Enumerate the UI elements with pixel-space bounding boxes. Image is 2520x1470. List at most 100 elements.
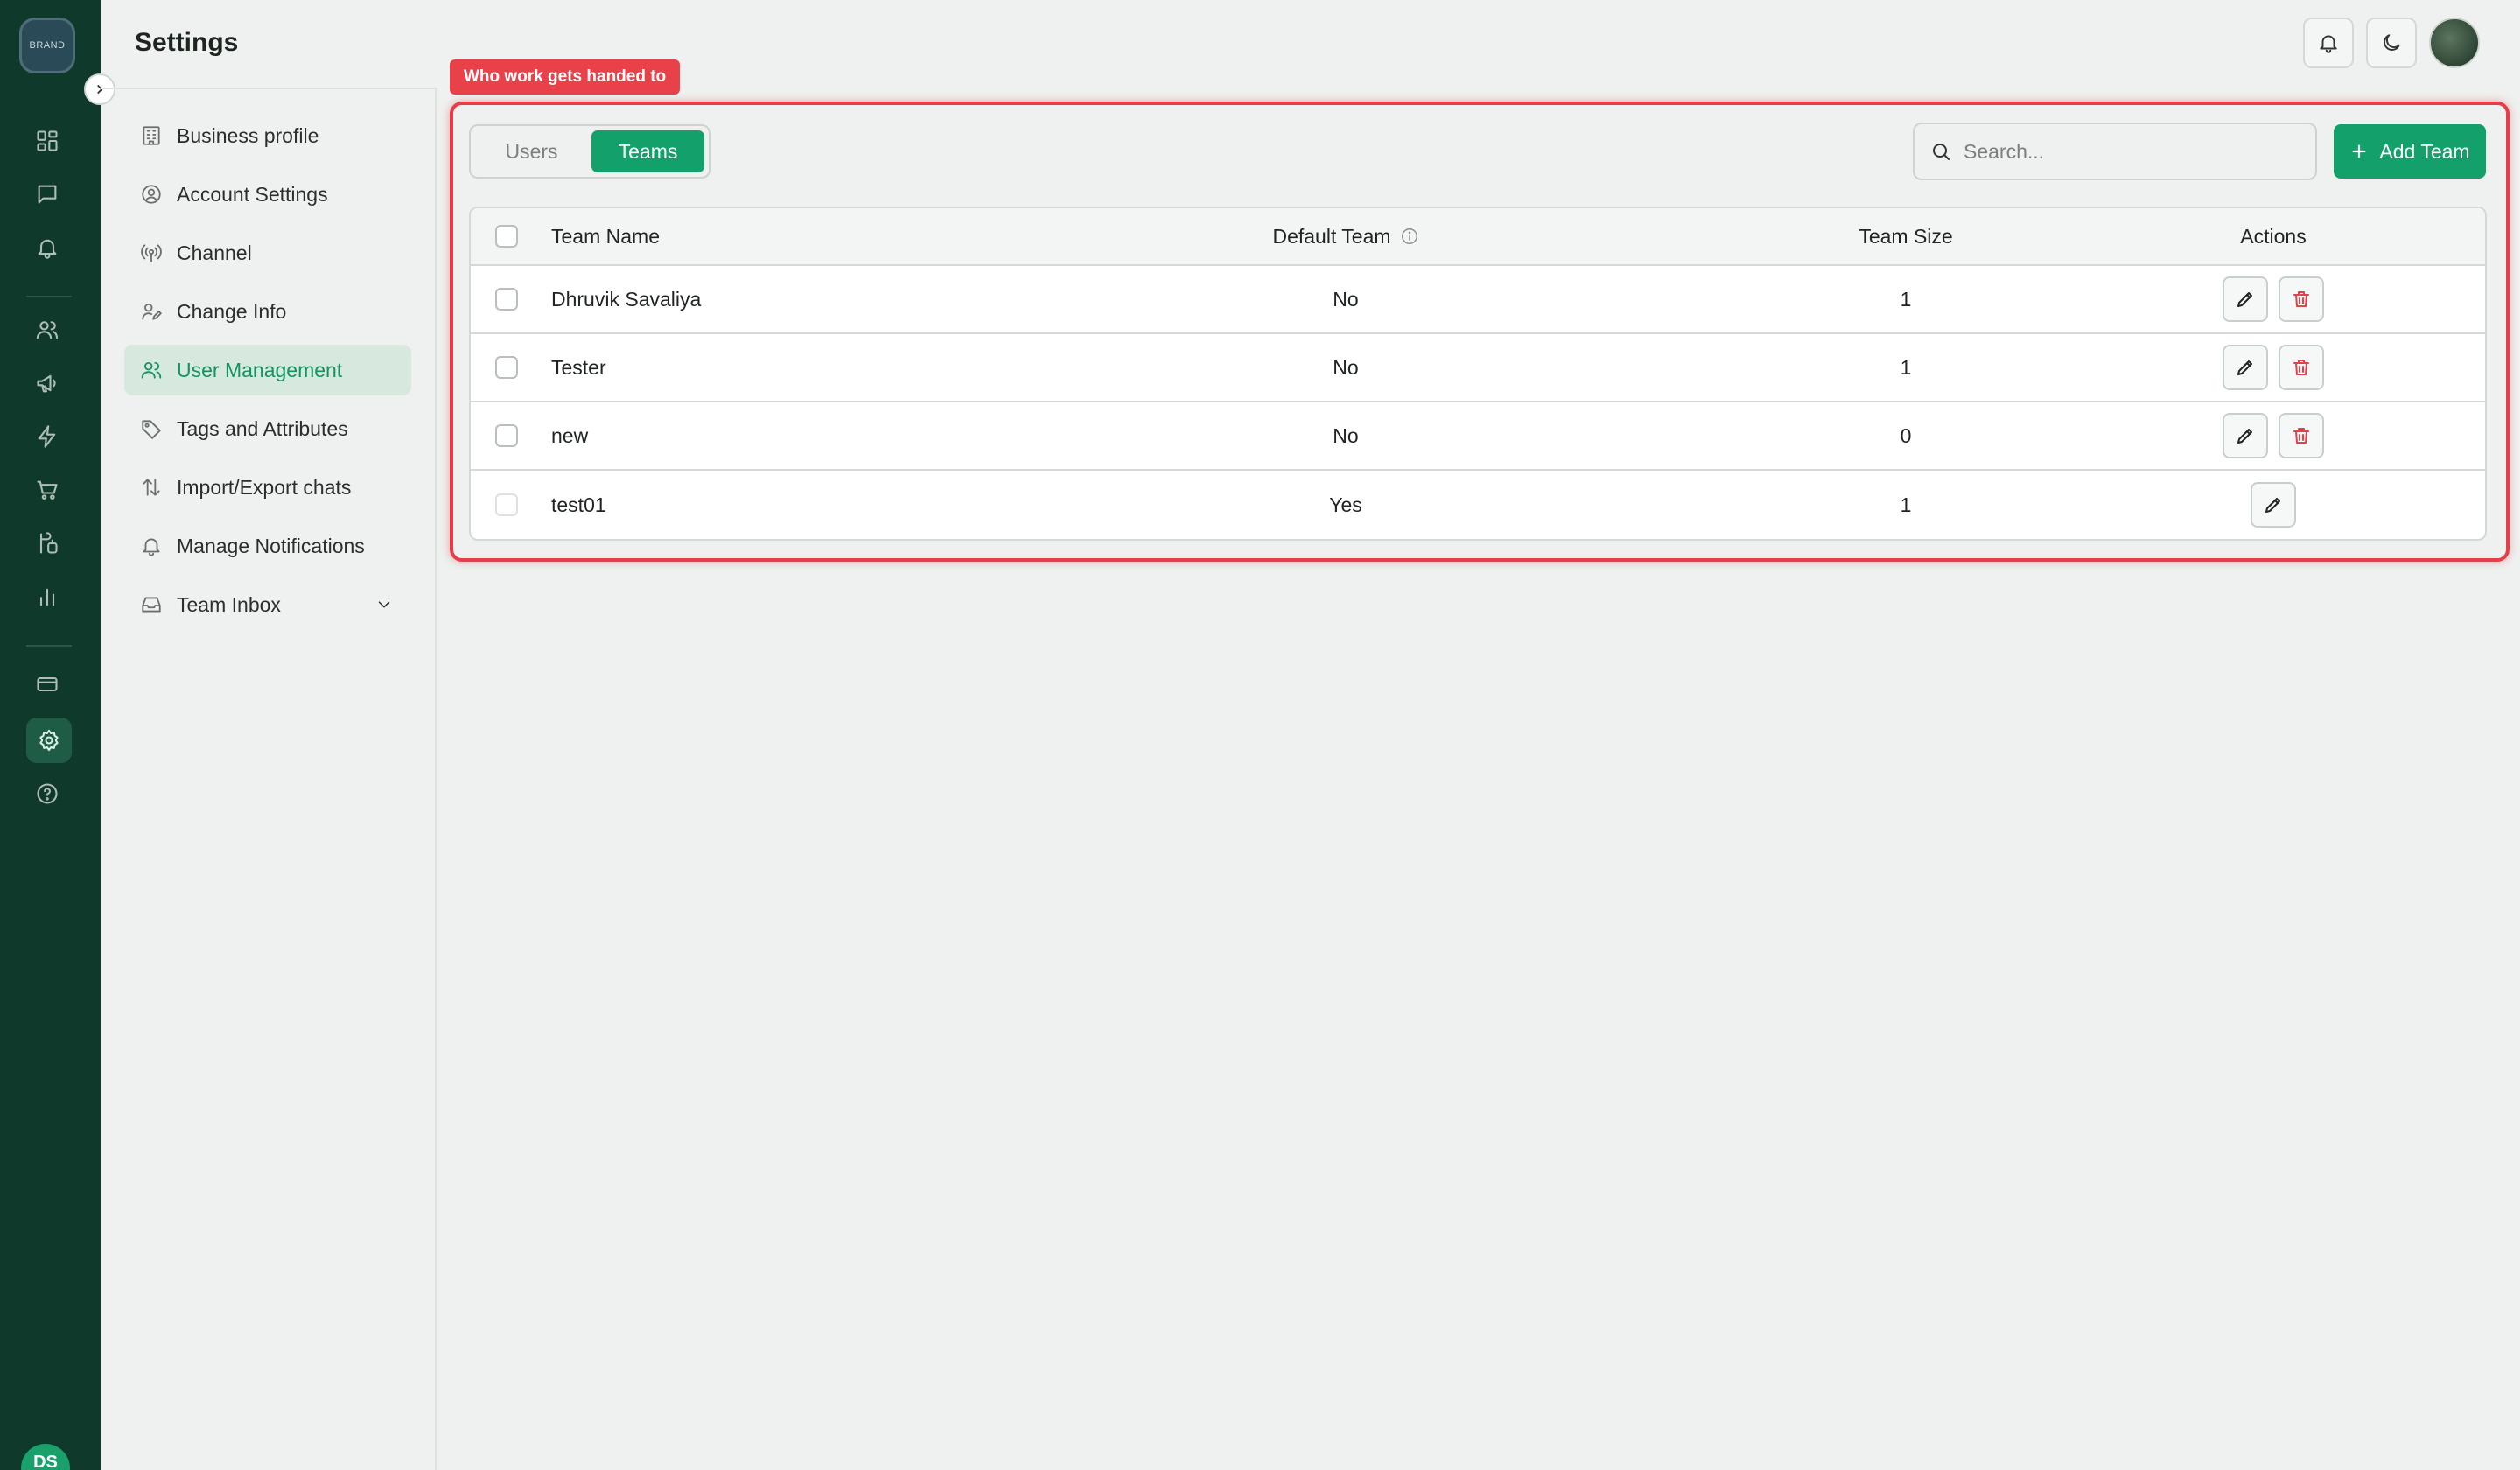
bell-icon[interactable] <box>30 230 65 265</box>
dashboard-icon[interactable] <box>30 123 65 158</box>
notifications-button[interactable] <box>2303 18 2354 68</box>
lightning-icon[interactable] <box>30 419 65 454</box>
nav-item-import-export-chats[interactable]: Import/Export chats <box>124 462 411 513</box>
pencil-icon <box>2265 498 2280 513</box>
team-name: Dhruvik Savaliya <box>551 287 702 311</box>
column-default-team: Default Team <box>1061 208 1630 264</box>
theme-toggle-button[interactable] <box>2366 18 2417 68</box>
analytics-icon[interactable] <box>30 579 65 614</box>
users-icon <box>141 361 162 379</box>
trash-icon <box>2293 291 2309 307</box>
app-rail: BRAND DS <box>0 0 101 1470</box>
nav-item-team-inbox[interactable]: Team Inbox <box>124 579 411 630</box>
logo-text: BRAND <box>29 40 66 51</box>
nav-item-tags-and-attributes[interactable]: Tags and Attributes <box>124 403 411 454</box>
edit-button[interactable] <box>2222 276 2268 322</box>
delete-button[interactable] <box>2278 345 2324 390</box>
row-checkbox[interactable] <box>495 356 518 379</box>
add-team-label: Add Team <box>2379 139 2470 163</box>
default-team-value: No <box>1333 287 1359 311</box>
edit-button[interactable] <box>2222 413 2268 458</box>
column-actions: Actions <box>2240 224 2306 248</box>
rail-divider <box>26 645 72 647</box>
bell-icon <box>2320 35 2337 53</box>
teams-table: Team Name Default Team Team Size Actions… <box>469 206 2487 541</box>
settings-nav: Business profile Account Settings Channe… <box>124 110 411 638</box>
onboarding-tooltip: Who work gets handed to <box>450 60 681 94</box>
collapse-toggle-button[interactable] <box>84 74 116 105</box>
delete-button[interactable] <box>2278 413 2324 458</box>
team-size-value: 1 <box>1900 355 1912 379</box>
user-circle-icon <box>142 185 161 204</box>
nav-divider <box>435 88 437 1470</box>
delete-button[interactable] <box>2278 276 2324 322</box>
user-edit-icon <box>142 303 162 320</box>
avatar-initials: DS <box>33 1452 58 1470</box>
nav-item-user-management[interactable]: User Management <box>124 345 411 396</box>
settings-gear-icon[interactable] <box>26 718 72 763</box>
edit-button[interactable] <box>2250 482 2296 528</box>
row-actions <box>2142 266 2404 332</box>
megaphone-icon[interactable] <box>30 366 65 401</box>
row-checkbox[interactable] <box>495 288 518 311</box>
nav-item-label: Channel <box>177 241 252 264</box>
user-avatar[interactable]: DS <box>21 1444 70 1470</box>
nav-item-change-info[interactable]: Change Info <box>124 286 411 337</box>
bell-icon <box>143 538 160 556</box>
nav-item-account-settings[interactable]: Account Settings <box>124 169 411 220</box>
pencil-icon <box>2237 360 2252 375</box>
tag-icon <box>142 420 161 439</box>
tab-users[interactable]: Users <box>475 130 588 172</box>
nav-item-manage-notifications[interactable]: Manage Notifications <box>124 521 411 571</box>
row-checkbox-cell <box>495 266 522 332</box>
nav-item-label: Team Inbox <box>177 592 281 616</box>
header-divider <box>101 88 436 89</box>
profile-avatar[interactable] <box>2429 18 2480 68</box>
column-default-team-label: Default Team <box>1272 224 1391 248</box>
nav-item-label: Import/Export chats <box>177 475 352 499</box>
nav-item-label: Manage Notifications <box>177 534 365 557</box>
team-name: new <box>551 424 589 447</box>
row-actions <box>2142 402 2404 469</box>
plus-icon <box>2352 144 2366 158</box>
nav-item-business-profile[interactable]: Business profile <box>124 110 411 161</box>
row-actions <box>2142 471 2404 539</box>
search-box <box>1913 122 2317 180</box>
pencil-icon <box>2237 292 2252 307</box>
table-row: Dhruvik Savaliya No 1 <box>471 266 2485 334</box>
team-name: Tester <box>551 355 606 379</box>
help-icon[interactable] <box>30 776 65 811</box>
chevron-right-icon <box>97 84 103 94</box>
app-logo[interactable]: BRAND <box>19 18 75 74</box>
trash-icon <box>2293 360 2309 375</box>
add-team-button[interactable]: Add Team <box>2334 124 2486 178</box>
building-icon <box>143 126 160 145</box>
page-title: Settings <box>135 28 239 57</box>
tab-teams[interactable]: Teams <box>592 130 704 172</box>
search-input[interactable] <box>1964 139 2296 164</box>
team-size-value: 0 <box>1900 424 1912 447</box>
header-checkbox-cell <box>495 208 522 264</box>
cart-icon[interactable] <box>30 472 65 508</box>
chat-icon[interactable] <box>30 177 65 212</box>
broadcast-icon <box>141 244 162 262</box>
row-actions <box>2142 334 2404 401</box>
moon-icon <box>2384 34 2400 51</box>
default-team-value: Yes <box>1329 493 1362 516</box>
contacts-icon[interactable] <box>30 312 65 347</box>
nav-item-label: User Management <box>177 358 343 382</box>
nav-item-channel[interactable]: Channel <box>124 228 411 278</box>
row-checkbox-cell <box>495 334 522 401</box>
select-all-checkbox[interactable] <box>495 225 518 248</box>
nav-item-label: Change Info <box>177 299 287 323</box>
row-checkbox-cell <box>495 471 522 539</box>
pencil-icon <box>2237 429 2252 444</box>
nav-item-label: Tags and Attributes <box>177 416 348 440</box>
billing-card-icon[interactable] <box>30 667 65 702</box>
nav-item-label: Business profile <box>177 123 319 147</box>
row-checkbox[interactable] <box>495 424 518 447</box>
integrations-icon[interactable] <box>30 526 65 561</box>
edit-button[interactable] <box>2222 345 2268 390</box>
row-checkbox[interactable] <box>495 494 518 516</box>
table-row: test01 Yes 1 <box>471 471 2485 539</box>
